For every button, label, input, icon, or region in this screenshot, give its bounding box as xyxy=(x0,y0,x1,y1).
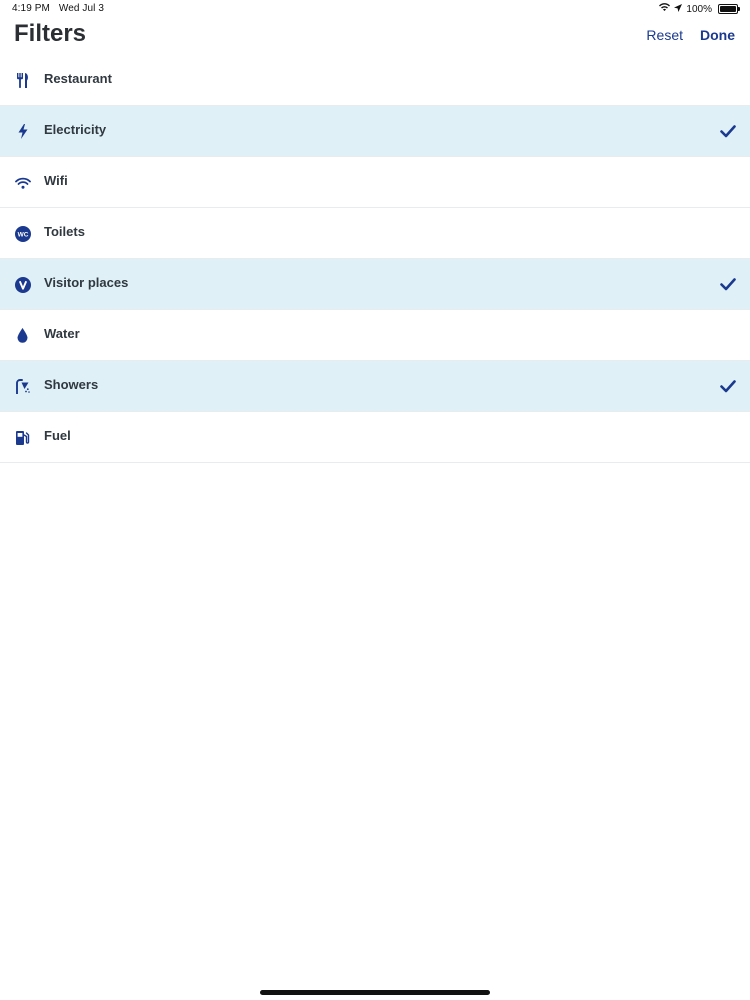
filter-row-wifi[interactable]: Wifi xyxy=(0,157,750,208)
filter-label-visitor-places: Visitor places xyxy=(44,275,129,290)
wifi-icon xyxy=(14,174,31,191)
status-bar: 4:19 PM Wed Jul 3 100% xyxy=(0,0,750,18)
wifi-icon xyxy=(659,3,671,15)
filter-label-restaurant: Restaurant xyxy=(44,71,112,86)
status-indicators: 100% xyxy=(659,3,740,15)
checkmark-icon xyxy=(720,380,736,393)
filter-label-wifi: Wifi xyxy=(44,173,68,188)
filter-row-visitor-places[interactable]: Visitor places xyxy=(0,259,750,310)
done-button[interactable]: Done xyxy=(700,27,735,43)
filter-label-showers: Showers xyxy=(44,377,99,392)
status-time: 4:19 PM xyxy=(12,3,50,14)
lightning-icon xyxy=(14,123,31,140)
filter-row-electricity[interactable]: Electricity xyxy=(0,106,750,157)
filter-row-toilets[interactable]: WC Toilets xyxy=(0,208,750,259)
filter-list: Restaurant Electricity Wifi WC Toilets V… xyxy=(0,55,750,463)
filter-row-restaurant[interactable]: Restaurant xyxy=(0,55,750,106)
svg-text:WC: WC xyxy=(17,231,28,238)
battery-icon xyxy=(718,4,740,14)
location-arrow-icon xyxy=(674,3,683,15)
home-indicator[interactable] xyxy=(260,990,490,995)
status-date: Wed Jul 3 xyxy=(58,3,105,14)
page-title: Filters xyxy=(14,20,87,47)
status-time-date: 4:19 PM Wed Jul 3 xyxy=(12,3,104,14)
shower-icon xyxy=(14,378,31,395)
fork-knife-icon xyxy=(14,72,31,89)
checkmark-icon xyxy=(720,125,736,138)
battery-percent: 100% xyxy=(686,3,712,15)
filter-row-water[interactable]: Water xyxy=(0,310,750,361)
filter-row-fuel[interactable]: Fuel xyxy=(0,412,750,463)
wc-icon: WC xyxy=(14,225,31,242)
water-drop-icon xyxy=(14,327,31,344)
filter-label-electricity: Electricity xyxy=(44,122,107,137)
reset-button[interactable]: Reset xyxy=(646,27,683,43)
checkmark-icon xyxy=(720,278,736,291)
filter-label-water: Water xyxy=(44,326,80,341)
filter-row-showers[interactable]: Showers xyxy=(0,361,750,412)
fuel-pump-icon xyxy=(14,429,31,446)
filter-label-toilets: Toilets xyxy=(44,224,85,239)
visitor-v-icon xyxy=(14,276,31,293)
nav-header: Filters Reset Done xyxy=(0,18,750,54)
filter-label-fuel: Fuel xyxy=(44,428,71,443)
